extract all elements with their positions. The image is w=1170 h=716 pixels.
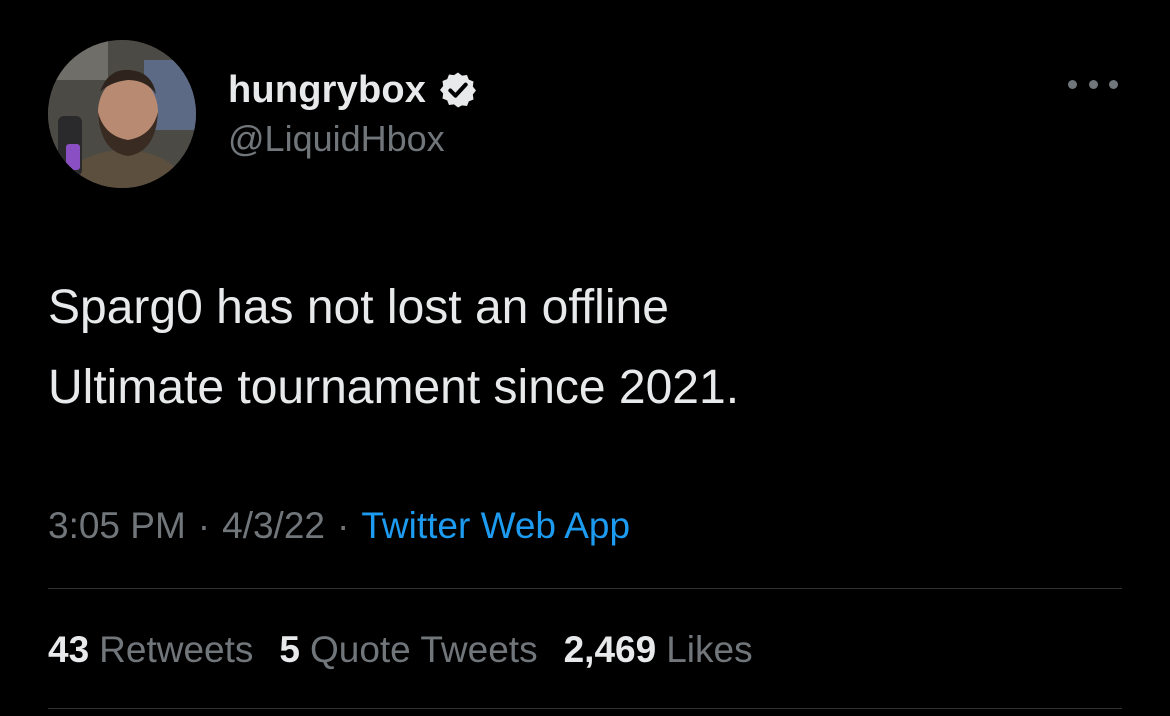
engagement-stats: 43 Retweets 5 Quote Tweets 2,469 Likes — [48, 624, 753, 676]
tweet-text: Sparg0 has not lost an offline Ultimate … — [48, 268, 1108, 428]
separator: · — [337, 505, 350, 546]
verified-badge-icon — [440, 72, 477, 108]
separator: · — [197, 505, 211, 546]
dot-icon — [1088, 79, 1098, 89]
avatar[interactable] — [48, 40, 196, 188]
tweet-date[interactable]: 4/3/22 — [222, 505, 325, 547]
display-name[interactable]: hungrybox — [228, 69, 426, 112]
tweet-source-link[interactable]: Twitter Web App — [361, 505, 630, 547]
tweet-text-line: Ultimate tournament since 2021. — [48, 361, 740, 414]
likes-count: 2,469 — [563, 629, 657, 670]
tweet-text-line: Sparg0 has not lost an offline — [48, 281, 669, 334]
retweets-count: 43 — [48, 629, 90, 670]
likes-stat[interactable]: 2,469 Likes — [564, 629, 753, 671]
more-options-icon[interactable] — [1068, 72, 1118, 96]
retweets-stat[interactable]: 43 Retweets — [48, 629, 253, 671]
quote-tweets-label: Quote Tweets — [309, 629, 538, 670]
author-row: hungrybox — [228, 64, 478, 116]
likes-label: Likes — [666, 629, 753, 670]
dot-icon — [1109, 79, 1118, 89]
tweet-time[interactable]: 3:05 PM — [48, 505, 186, 547]
divider — [48, 588, 1122, 589]
quote-tweets-stat[interactable]: 5 Quote Tweets — [279, 629, 537, 671]
tweet-metadata: 3:05 PM · 4/3/22 · Twitter Web App — [48, 500, 630, 552]
author-handle[interactable]: @LiquidHbox — [228, 118, 445, 160]
divider — [48, 708, 1122, 709]
avatar-photo — [48, 40, 196, 188]
retweets-label: Retweets — [99, 629, 254, 670]
quote-tweets-count: 5 — [279, 629, 300, 670]
dot-icon — [1068, 79, 1077, 89]
tweet-card: hungrybox @LiquidHbox Sparg0 has not los… — [0, 0, 1170, 716]
